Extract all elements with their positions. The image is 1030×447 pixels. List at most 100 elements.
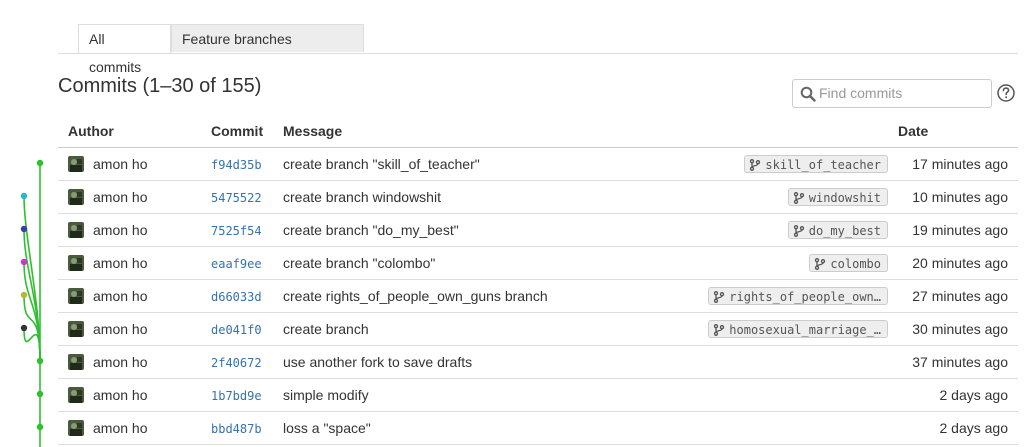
graph-commit-dot — [36, 357, 44, 365]
column-header-date: Date — [898, 114, 1018, 148]
author-name: amon ho — [93, 321, 148, 337]
commit-date: 17 minutes ago — [912, 156, 1008, 172]
commit-hash-link[interactable]: bbd487b — [211, 422, 262, 436]
search-icon — [800, 86, 816, 102]
avatar[interactable] — [68, 354, 84, 370]
author-cell: amon ho — [58, 180, 211, 214]
commit-hash-link[interactable]: 1b7bd9e — [211, 389, 262, 403]
column-header-commit: Commit — [211, 114, 283, 148]
author-cell: amon ho — [58, 279, 211, 313]
table-row: amon ho eaaf9ee create branch "colombo" … — [58, 246, 1018, 280]
avatar[interactable] — [68, 189, 84, 205]
branch-lozenge[interactable]: homosexual_marriage_… — [708, 320, 888, 338]
search-input[interactable] — [819, 83, 984, 103]
message-cell: create rights_of_people_own_guns branch … — [283, 279, 898, 313]
graph-commit-dot — [20, 324, 28, 332]
commit-hash-link[interactable]: de041f0 — [211, 323, 262, 337]
author-name: amon ho — [93, 222, 148, 238]
author-cell: amon ho — [58, 345, 211, 379]
branch-icon — [750, 159, 761, 171]
branch-icon — [793, 192, 804, 204]
commit-message: create rights_of_people_own_guns branch — [283, 288, 548, 304]
date-cell: 10 minutes ago — [898, 180, 1018, 214]
branch-lozenge[interactable]: skill_of_teacher — [744, 155, 888, 173]
author-name: amon ho — [93, 387, 148, 403]
page-title: Commits (1–30 of 155) — [58, 75, 262, 97]
date-cell: 17 minutes ago — [898, 147, 1018, 181]
graph-commit-dot — [20, 258, 28, 266]
search-box[interactable] — [792, 79, 992, 108]
message-cell: create branch windowshit windowshit — [283, 180, 898, 214]
author-name: amon ho — [93, 420, 148, 436]
commit-graph — [20, 159, 44, 447]
avatar[interactable] — [68, 420, 84, 436]
branch-name: do_my_best — [808, 224, 881, 238]
table-row: amon ho bbd487b loss a "space" 2 days ag… — [58, 411, 1018, 445]
table-row: amon ho de041f0 create branch homosexual… — [58, 312, 1018, 346]
commit-date: 30 minutes ago — [912, 321, 1008, 337]
branch-name: rights_of_people_own… — [729, 290, 881, 304]
author-cell: amon ho — [58, 378, 211, 412]
branch-lozenge[interactable]: windowshit — [787, 188, 888, 206]
message-cell: loss a "space" — [283, 411, 898, 445]
commit-date: 27 minutes ago — [912, 288, 1008, 304]
avatar[interactable] — [68, 156, 84, 172]
message-cell: create branch "skill_of_teacher" skill_o… — [283, 147, 898, 181]
avatar[interactable] — [68, 288, 84, 304]
commit-date: 20 minutes ago — [912, 255, 1008, 271]
date-cell: 27 minutes ago — [898, 279, 1018, 313]
commit-message: use another fork to save drafts — [283, 354, 473, 370]
commit-date: 37 minutes ago — [912, 354, 1008, 370]
commit-hash-link[interactable]: f94d35b — [211, 158, 262, 172]
branch-name: windowshit — [808, 191, 881, 205]
branch-icon — [793, 225, 804, 237]
commit-cell: eaaf9ee — [211, 246, 283, 280]
help-icon[interactable] — [996, 83, 1016, 103]
commit-hash-link[interactable]: eaaf9ee — [211, 257, 262, 271]
branch-lozenge[interactable]: colombo — [809, 254, 888, 272]
commit-hash-link[interactable]: 5475522 — [211, 191, 262, 205]
tab-feature-branches[interactable]: Feature branches — [171, 24, 364, 52]
author-cell: amon ho — [58, 213, 211, 247]
graph-commit-dot — [20, 225, 28, 233]
avatar[interactable] — [68, 387, 84, 403]
author-cell: amon ho — [58, 246, 211, 280]
avatar[interactable] — [68, 255, 84, 271]
table-row: amon ho 7525f54 create branch "do_my_bes… — [58, 213, 1018, 247]
commit-cell: 1b7bd9e — [211, 378, 283, 412]
author-cell: amon ho — [58, 411, 211, 445]
commit-message: create branch "skill_of_teacher" — [283, 156, 480, 172]
message-cell: create branch "do_my_best" do_my_best — [283, 213, 898, 247]
branch-name: colombo — [830, 257, 881, 271]
table-header-row: Author Commit Message Date — [58, 114, 1018, 148]
commit-hash-link[interactable]: d66033d — [211, 290, 262, 304]
column-header-message: Message — [283, 114, 898, 148]
table-row: amon ho 5475522 create branch windowshit… — [58, 180, 1018, 214]
message-cell: use another fork to save drafts — [283, 345, 898, 379]
graph-commit-dot — [20, 192, 28, 200]
tab-bar: All commits Feature branches — [58, 24, 1018, 75]
commit-cell: 7525f54 — [211, 213, 283, 247]
graph-commit-dot — [36, 390, 44, 398]
commit-date: 19 minutes ago — [912, 222, 1008, 238]
date-cell: 20 minutes ago — [898, 246, 1018, 280]
tab-all-commits[interactable]: All commits — [78, 24, 171, 75]
commit-date: 2 days ago — [939, 420, 1009, 436]
commits-table: Author Commit Message Date amon ho f94d3 — [58, 114, 1018, 445]
message-cell: create branch "colombo" colombo — [283, 246, 898, 280]
table-row: amon ho 2f40672 use another fork to save… — [58, 345, 1018, 379]
date-cell: 37 minutes ago — [898, 345, 1018, 379]
commit-hash-link[interactable]: 7525f54 — [211, 224, 262, 238]
graph-commit-dot — [36, 423, 44, 431]
branch-lozenge[interactable]: do_my_best — [787, 221, 888, 239]
commit-date: 10 minutes ago — [912, 189, 1008, 205]
commit-hash-link[interactable]: 2f40672 — [211, 356, 262, 370]
branch-icon — [815, 258, 826, 270]
avatar[interactable] — [68, 321, 84, 337]
avatar[interactable] — [68, 222, 84, 238]
author-name: amon ho — [93, 354, 148, 370]
date-cell: 30 minutes ago — [898, 312, 1018, 346]
branch-lozenge[interactable]: rights_of_people_own… — [708, 287, 888, 305]
column-header-author: Author — [58, 114, 211, 148]
table-row: amon ho f94d35b create branch "skill_of_… — [58, 147, 1018, 181]
